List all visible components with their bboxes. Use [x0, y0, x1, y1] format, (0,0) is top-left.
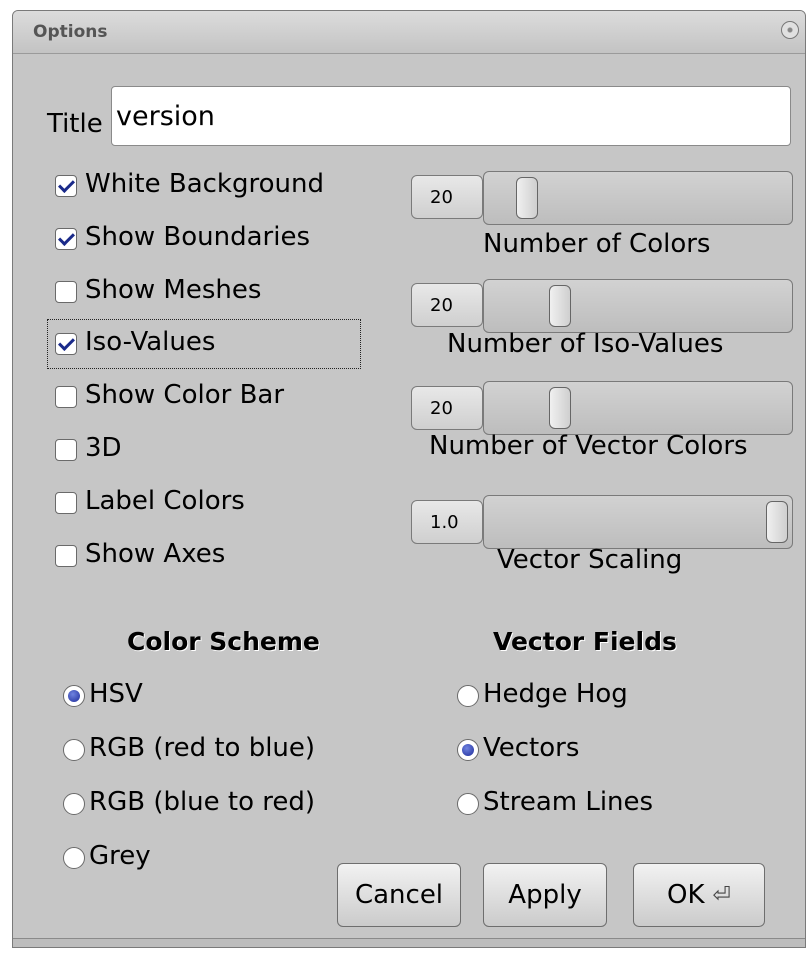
checkbox-box[interactable]	[55, 492, 77, 514]
radio-button[interactable]	[63, 847, 85, 869]
checkbox-box[interactable]	[55, 175, 77, 197]
title-label: Title	[47, 109, 103, 139]
slider-thumb[interactable]	[516, 177, 538, 219]
slider-thumb[interactable]	[549, 285, 571, 327]
value-spinbox[interactable]: 1.0	[411, 500, 483, 544]
checkbox-box[interactable]	[55, 545, 77, 567]
checkbox-label: Show Color Bar	[85, 380, 285, 410]
apply-button[interactable]: Apply	[483, 863, 607, 927]
radio-button[interactable]	[457, 685, 479, 707]
value-spinbox[interactable]: 20	[411, 386, 483, 430]
slider-track[interactable]	[483, 381, 793, 435]
slider-caption: Number of Iso-Values	[447, 329, 724, 359]
checkbox-label: Show Axes	[85, 539, 226, 569]
title-input[interactable]	[111, 86, 791, 146]
checkbox-box[interactable]	[55, 281, 77, 303]
window-bottom-edge	[13, 938, 805, 947]
cancel-button[interactable]: Cancel	[337, 863, 461, 927]
radio-button[interactable]	[457, 793, 479, 815]
checkbox-label: Show Boundaries	[85, 222, 311, 252]
value-spinbox[interactable]: 20	[411, 283, 483, 327]
checkbox-label: Label Colors	[85, 486, 245, 516]
close-icon[interactable]	[781, 21, 799, 39]
radio-button[interactable]	[63, 739, 85, 761]
radio-label: Grey	[89, 841, 151, 871]
radio-label: RGB (blue to red)	[89, 787, 316, 817]
checkbox-box[interactable]	[55, 439, 77, 461]
slider-track[interactable]	[483, 279, 793, 333]
slider-track[interactable]	[483, 495, 793, 549]
options-dialog: Options Title White Background Show Boun…	[12, 10, 806, 948]
vector-fields-heading: Vector Fields	[493, 627, 677, 656]
radio-button[interactable]	[63, 793, 85, 815]
radio-label: Vectors	[483, 733, 580, 763]
ok-button-label: OK	[667, 880, 705, 910]
slider-thumb[interactable]	[766, 501, 788, 543]
value-spinbox[interactable]: 20	[411, 175, 483, 219]
slider-caption: Vector Scaling	[497, 545, 683, 575]
radio-label: Hedge Hog	[483, 679, 628, 709]
window-title: Options	[33, 22, 108, 42]
radio-label: Stream Lines	[483, 787, 654, 817]
radio-button[interactable]	[63, 685, 85, 707]
radio-label: HSV	[89, 679, 143, 709]
checkbox-label: White Background	[85, 169, 324, 199]
slider-thumb[interactable]	[549, 387, 571, 429]
checkbox-label: 3D	[85, 433, 122, 463]
checkbox-label: Iso-Values	[85, 327, 216, 357]
radio-label: RGB (red to blue)	[89, 733, 316, 763]
title-bar[interactable]: Options	[13, 11, 805, 54]
color-scheme-heading: Color Scheme	[127, 627, 320, 656]
ok-button[interactable]: OK ⏎	[633, 863, 765, 927]
checkbox-box[interactable]	[55, 386, 77, 408]
slider-track[interactable]	[483, 171, 793, 225]
radio-button[interactable]	[457, 739, 479, 761]
slider-caption: Number of Vector Colors	[429, 431, 748, 461]
slider-caption: Number of Colors	[483, 229, 711, 259]
checkbox-box[interactable]	[55, 228, 77, 250]
enter-icon: ⏎	[712, 882, 731, 908]
checkbox-label: Show Meshes	[85, 275, 262, 305]
checkbox-box[interactable]	[55, 333, 77, 355]
